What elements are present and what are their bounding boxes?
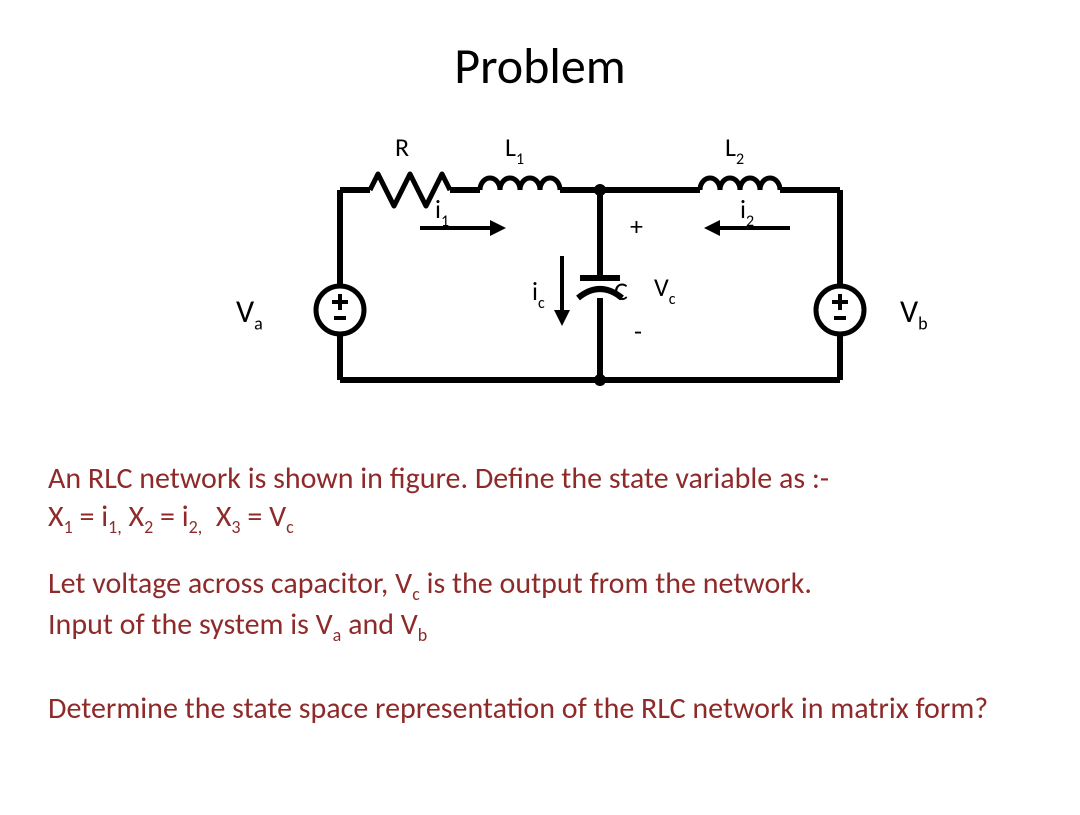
arrow-ic (554, 256, 570, 326)
label-vb: Vb (900, 292, 928, 334)
page: Problem Va Vb (0, 0, 1080, 815)
label-i2: i2 (740, 193, 754, 231)
problem-question: Determine the state space representation… (48, 690, 1032, 728)
component-inductor-l1 (480, 178, 560, 190)
label-ic: ic (532, 275, 545, 313)
component-inductor-l2 (700, 178, 780, 190)
label-l1: L1 (505, 131, 524, 169)
node-bottom (594, 374, 606, 386)
label-r: R (395, 131, 409, 163)
problem-statement-1: An RLC network is shown in figure. Defin… (48, 460, 1032, 538)
label-i1: i1 (435, 193, 449, 231)
label-l2: L2 (725, 131, 744, 169)
circuit-diagram: R L1 L2 i1 i2 ic C + - Vc (300, 160, 880, 420)
source-vb (816, 286, 864, 334)
label-vc: Vc (654, 271, 676, 309)
source-va (316, 286, 364, 334)
label-va: Va (236, 292, 263, 334)
arrow-i1 (420, 220, 506, 236)
label-c: C (614, 275, 628, 307)
problem-statement-2: Let voltage across capacitor, Vc is the … (48, 565, 1032, 646)
label-plus: + (630, 210, 643, 242)
label-minus: - (634, 315, 642, 347)
node-top (594, 184, 606, 196)
page-title: Problem (0, 36, 1080, 97)
